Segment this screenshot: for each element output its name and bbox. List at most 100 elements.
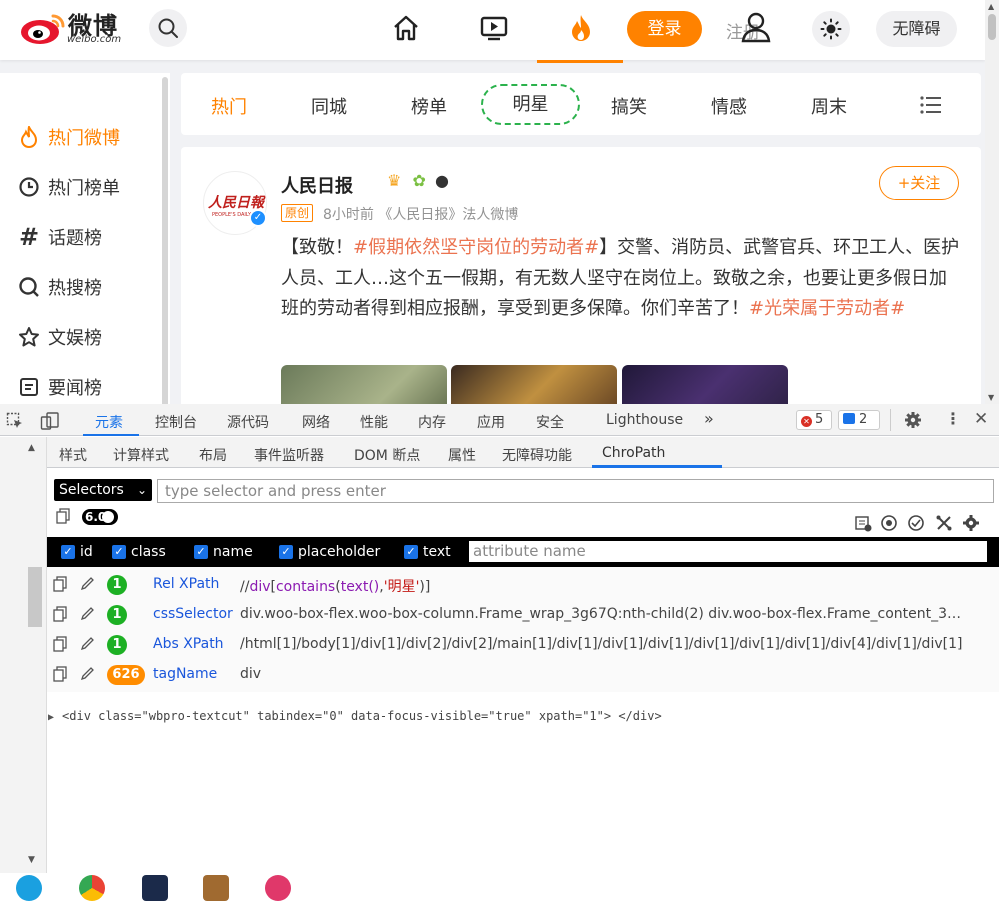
devtools-tab-elements[interactable]: 元素: [95, 412, 123, 432]
settings-gear-icon[interactable]: [962, 514, 980, 532]
copy-icon[interactable]: [53, 636, 67, 652]
record-icon[interactable]: [880, 514, 898, 532]
subtab-event-listeners[interactable]: 事件监听器: [254, 445, 324, 465]
toggle-knob: [102, 511, 114, 523]
edit-pencil-icon[interactable]: [80, 666, 95, 681]
scroll-up-arrow-icon[interactable]: ▲: [28, 443, 35, 453]
login-button[interactable]: 登录: [627, 11, 702, 47]
copy-icon[interactable]: [53, 606, 67, 622]
more-options-icon[interactable]: ⋮: [945, 409, 961, 428]
edit-pencil-icon[interactable]: [80, 606, 95, 621]
result-value[interactable]: //div[contains(text(),'明星')]: [240, 576, 967, 596]
post-image[interactable]: [281, 365, 447, 404]
follow-button[interactable]: +关注: [879, 166, 959, 200]
attribute-name-input[interactable]: attribute name: [469, 541, 987, 562]
sidebar-item-hot-weibo[interactable]: 热门微博: [18, 122, 120, 152]
devtools-tab-console[interactable]: 控制台: [155, 412, 197, 432]
close-devtools-icon[interactable]: ✕: [974, 409, 988, 429]
result-value[interactable]: div: [240, 666, 967, 682]
scroll-up-arrow-icon[interactable]: ▲: [988, 2, 994, 11]
save-page-icon[interactable]: [854, 514, 872, 532]
sidebar-item-hot-list[interactable]: 热门榜单: [18, 172, 120, 202]
result-value[interactable]: div.woo-box-flex.woo-box-column.Frame_wr…: [240, 606, 967, 622]
post-image[interactable]: [451, 365, 617, 404]
nav-video-button[interactable]: [476, 10, 512, 46]
copy-icon[interactable]: [53, 576, 67, 592]
app-cat-icon[interactable]: [142, 875, 168, 901]
nav-home-button[interactable]: [388, 10, 424, 46]
error-count-badge[interactable]: ✕ 5: [796, 410, 832, 430]
xpath-part: div: [249, 579, 271, 595]
shadow-dom-icon[interactable]: [907, 514, 925, 532]
menu-icon[interactable]: [919, 95, 943, 115]
tab-celebrity[interactable]: 明星: [481, 84, 580, 125]
sidebar-scrollbar[interactable]: [162, 77, 168, 404]
devtools-tab-network[interactable]: 网络: [302, 412, 330, 432]
scroll-down-arrow-icon[interactable]: ▼: [988, 393, 994, 402]
checkbox-name[interactable]: ✓ name: [194, 544, 253, 560]
more-tabs-button[interactable]: »: [704, 409, 714, 428]
topic-link[interactable]: #光荣属于劳动者#: [749, 298, 905, 319]
message-count-badge[interactable]: 2: [838, 410, 880, 430]
tab-hot[interactable]: 热门: [211, 93, 247, 119]
copy-icon[interactable]: [56, 508, 70, 524]
accessibility-button[interactable]: 无障碍: [876, 11, 957, 47]
search-button[interactable]: [149, 9, 187, 47]
subtab-properties[interactable]: 属性: [448, 445, 476, 465]
scrollbar-thumb[interactable]: [988, 14, 996, 40]
subtab-accessibility[interactable]: 无障碍功能: [502, 445, 572, 465]
tab-weekend[interactable]: 周末: [811, 93, 847, 119]
devtools-tab-performance[interactable]: 性能: [360, 412, 388, 432]
chrome-icon[interactable]: [79, 875, 105, 901]
result-value[interactable]: /html[1]/body[1]/div[1]/div[2]/div[2]/ma…: [240, 636, 967, 652]
tab-ranking[interactable]: 榜单: [411, 93, 447, 119]
subtab-computed[interactable]: 计算样式: [113, 445, 169, 465]
theme-toggle-button[interactable]: [812, 11, 850, 47]
matched-node-line[interactable]: ▶ <div class="wbpro-textcut" tabindex="0"…: [48, 709, 662, 723]
inspect-icon[interactable]: [6, 412, 24, 430]
nav-hot-button[interactable]: [563, 10, 599, 46]
edit-pencil-icon[interactable]: [80, 576, 95, 591]
tab-funny[interactable]: 搞笑: [611, 93, 647, 119]
post-meta: 8小时前 《人民日报》法人微博: [323, 207, 519, 223]
devtools-tab-memory[interactable]: 内存: [418, 412, 446, 432]
device-toggle-icon[interactable]: [40, 411, 60, 431]
checkbox-placeholder[interactable]: ✓ placeholder: [279, 544, 380, 560]
post-image[interactable]: [622, 365, 788, 404]
tools-icon[interactable]: [935, 514, 953, 532]
elements-scrollbar-thumb[interactable]: [28, 567, 42, 627]
checkbox-id[interactable]: ✓ id: [61, 544, 93, 560]
sidebar-item-topics[interactable]: # 话题榜: [18, 222, 102, 252]
checkbox-label: placeholder: [298, 544, 381, 560]
checkbox-text[interactable]: ✓ text: [404, 544, 451, 560]
checkbox-class[interactable]: ✓ class: [112, 544, 166, 560]
subtab-chropath[interactable]: ChroPath: [602, 445, 665, 461]
settings-gear-icon[interactable]: [904, 411, 922, 429]
user-icon[interactable]: [740, 10, 772, 44]
sidebar-item-entertainment[interactable]: 文娱榜: [18, 322, 102, 352]
app-box-icon[interactable]: [203, 875, 229, 901]
devtools-tab-security[interactable]: 安全: [536, 412, 564, 432]
topic-link[interactable]: #假期依然坚守岗位的劳动者#: [353, 237, 599, 258]
selectors-dropdown[interactable]: Selectors ⌄: [54, 479, 152, 501]
weibo-logo-icon[interactable]: [20, 10, 66, 46]
expand-triangle-icon[interactable]: ▶: [48, 712, 54, 723]
edit-pencil-icon[interactable]: [80, 636, 95, 651]
app-camera-icon[interactable]: [265, 875, 291, 901]
subtab-layout[interactable]: 布局: [199, 445, 227, 465]
sidebar-item-hot-search[interactable]: 热搜榜: [18, 272, 102, 302]
devtools-tab-sources[interactable]: 源代码: [227, 412, 269, 432]
tab-local[interactable]: 同城: [311, 93, 347, 119]
tab-emotion[interactable]: 情感: [711, 93, 747, 119]
copy-icon[interactable]: [53, 666, 67, 682]
edge-browser-icon[interactable]: [16, 875, 42, 901]
page-scrollbar[interactable]: ▲ ▼: [985, 0, 999, 404]
devtools-tab-lighthouse[interactable]: Lighthouse: [606, 412, 683, 428]
subtab-dom-breakpoints[interactable]: DOM 断点: [354, 445, 420, 465]
devtools-tab-application[interactable]: 应用: [477, 412, 505, 432]
author-name[interactable]: 人民日报: [281, 172, 353, 198]
sidebar-item-news[interactable]: 要闻榜: [18, 372, 102, 402]
subtab-styles[interactable]: 样式: [59, 445, 87, 465]
selector-input[interactable]: type selector and press enter: [157, 479, 994, 503]
scroll-down-arrow-icon[interactable]: ▼: [28, 855, 35, 865]
